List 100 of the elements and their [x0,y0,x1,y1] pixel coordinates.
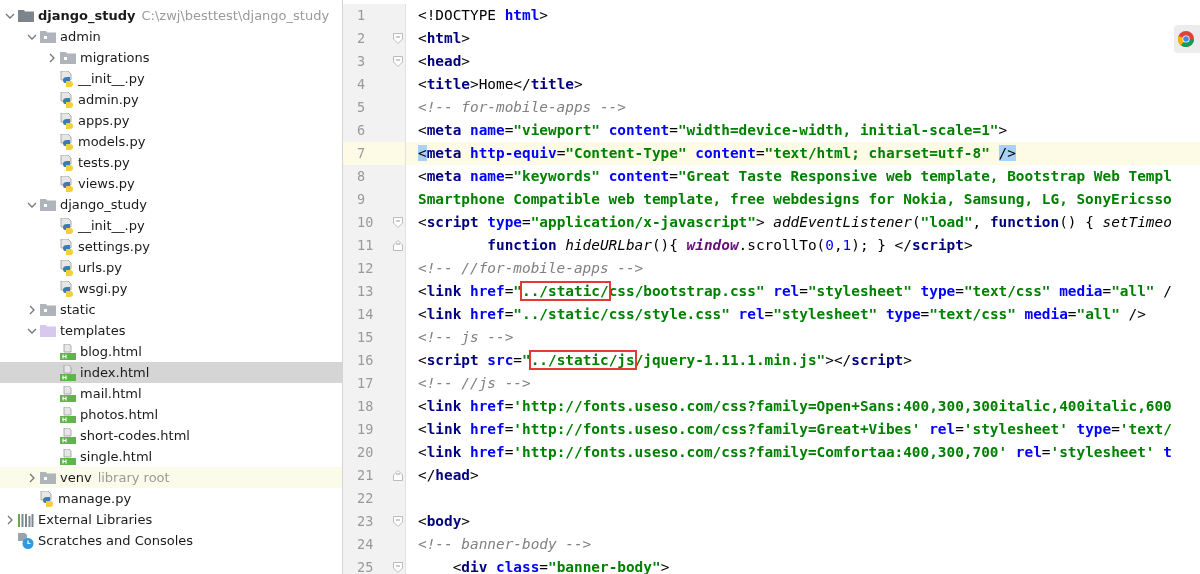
tree-item[interactable]: __init__.py [0,215,342,236]
line-number: 3 [357,52,366,71]
code-line: <body> [418,512,470,531]
line-number: 15 [357,328,374,347]
python-file-icon [60,91,74,108]
file-name: External Libraries [38,512,153,527]
file-name: Scratches and Consoles [38,533,194,548]
tree-item[interactable]: settings.py [0,236,342,257]
tree-item[interactable]: __init__.py [0,68,342,89]
tree-item[interactable]: mail.html [0,383,342,404]
file-name: blog.html [80,344,142,359]
code-line: <head> [418,52,470,71]
line-number: 10 [357,213,374,232]
code-line: <!-- banner-body --> [418,535,592,554]
code-line: <script src="../static/js/jquery-1.11.1.min.js"></script> [418,351,912,370]
folder-icon [40,30,56,43]
code-line: <!-- //for-mobile-apps --> [418,259,644,278]
tree-item[interactable]: static [0,299,342,320]
line-number: 17 [357,374,374,393]
html-file-icon [60,385,76,402]
line-number: 13 [357,282,374,301]
tree-item[interactable]: photos.html [0,404,342,425]
code-line: Smartphone Compatible web template, free webdesigns for Nokia, Samsung, LG, SonyEricsso [418,190,1172,209]
file-name: settings.py [78,239,150,254]
file-name: single.html [80,449,153,464]
line-number: 6 [357,121,366,140]
python-file-icon [60,280,74,297]
python-file-icon [60,259,74,276]
line-number: 11 [357,236,374,255]
line-number: 21 [357,466,374,485]
code-line: <!-- for-mobile-apps --> [418,98,626,117]
folder-icon [40,303,56,316]
file-name: views.py [78,176,135,191]
code-line: <html> [418,29,470,48]
python-file-icon [60,154,74,171]
tree-item[interactable]: blog.html [0,341,342,362]
code-line: <meta name="keywords" content="Great Taste Responsive web template, Bootstrap Web Templ [418,167,1172,186]
code-line: <!DOCTYPE html> [418,6,548,25]
file-name: urls.py [78,260,123,275]
browser-preview-button[interactable] [1174,25,1200,53]
tree-item[interactable]: views.py [0,173,342,194]
line-number: 23 [357,512,374,531]
code-line: <link href="../static/css/bootstrap.css" rel="stylesheet" type="text/css" media="all" / [418,282,1172,301]
file-name: admin.py [78,92,139,107]
line-number: 14 [357,305,374,324]
scratches-clock-icon [18,532,34,549]
fold-marker-icon[interactable] [393,516,403,527]
code-line: <title>Home</title> [418,75,583,94]
line-number: 2 [357,29,366,48]
line-number: 12 [357,259,374,278]
code-line: <link href='http://fonts.useso.com/css?family=Open+Sans:400,300,300italic,400italic,600 [418,397,1172,416]
tree-item[interactable]: apps.py [0,110,342,131]
tree-item[interactable]: venv library root [0,467,342,488]
tree-item[interactable]: Scratches and Consoles [0,530,342,551]
fold-marker-icon[interactable] [393,562,403,573]
file-name: __init__.py [78,71,145,86]
python-file-icon [60,238,74,255]
line-number: 5 [357,98,366,117]
tree-item[interactable]: short-codes.html [0,425,342,446]
tree-item[interactable]: single.html [0,446,342,467]
tree-item[interactable]: admin.py [0,89,342,110]
tree-item[interactable]: django_study [0,194,342,215]
html-file-icon [60,364,76,381]
code-line: </head> [418,466,479,485]
fold-marker-icon[interactable] [393,33,403,44]
tree-item[interactable]: urls.py [0,257,342,278]
tree-item[interactable]: External Libraries [0,509,342,530]
tree-item[interactable]: manage.py [0,488,342,509]
tree-item[interactable]: admin [0,26,342,47]
fold-marker-icon[interactable] [393,470,403,481]
tree-item[interactable]: wsgi.py [0,278,342,299]
file-name: admin [60,29,101,44]
line-number: 1 [357,6,366,25]
tree-item[interactable]: tests.py [0,152,342,173]
fold-marker-icon[interactable] [393,240,403,251]
tree-item[interactable]: models.py [0,131,342,152]
file-name: tests.py [78,155,130,170]
line-number: 19 [357,420,374,439]
code-line: <meta http-equiv="Content-Type" content="text/html; charset=utf-8" /> [418,144,1016,163]
html-file-icon [60,427,76,444]
file-name: mail.html [80,386,142,401]
file-name: static [60,302,96,317]
library-bars-icon [18,512,34,527]
code-line: <meta name="viewport" content="width=device-width, initial-scale=1"> [418,121,1008,140]
tree-item[interactable]: migrations [0,47,342,68]
project-name: django_study [38,8,136,23]
tree-item[interactable]: index.html [0,362,342,383]
code-line: <link href='http://fonts.useso.com/css?family=Comfortaa:400,300,700' rel='stylesheet' t [418,443,1172,462]
python-file-icon [40,490,54,507]
tree-item[interactable]: templates [0,320,342,341]
folder-icon [40,471,56,484]
fold-marker-icon[interactable] [393,56,403,67]
line-number: 20 [357,443,374,462]
line-number: 24 [357,535,374,554]
line-number: 22 [357,489,374,508]
file-name: wsgi.py [78,281,128,296]
browser-icon [1178,31,1194,47]
file-name: apps.py [78,113,130,128]
python-file-icon [60,70,74,87]
fold-marker-icon[interactable] [393,217,403,228]
